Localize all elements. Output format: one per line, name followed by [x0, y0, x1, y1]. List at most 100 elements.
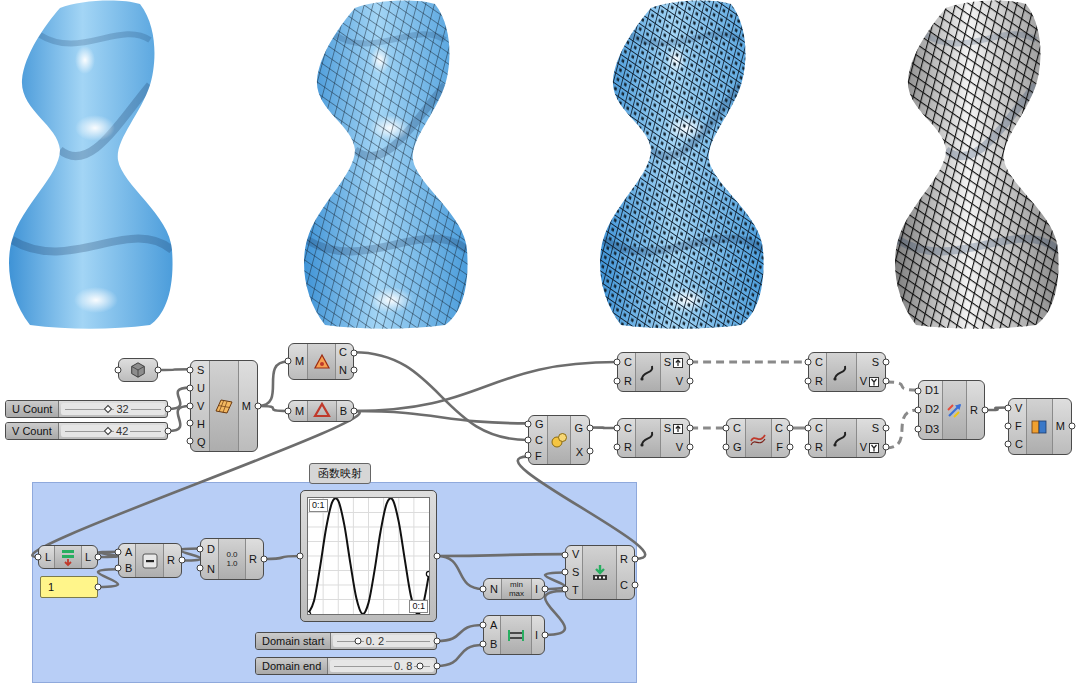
- output-port[interactable]: [434, 637, 441, 644]
- input-port[interactable]: [115, 366, 122, 373]
- input-port[interactable]: [915, 387, 922, 394]
- slider-node[interactable]: Domain start0. 2: [255, 632, 437, 650]
- output-port[interactable]: [687, 443, 694, 450]
- wire[interactable]: [690, 361, 808, 364]
- output-port[interactable]: [587, 448, 594, 455]
- output-port[interactable]: [261, 555, 268, 562]
- input-port[interactable]: [480, 622, 487, 629]
- input-port[interactable]: [187, 438, 194, 445]
- input-port[interactable]: [805, 359, 812, 366]
- output-port[interactable]: [165, 427, 172, 434]
- slider-node[interactable]: Domain end0. 8: [255, 657, 437, 675]
- input-port[interactable]: [1005, 423, 1012, 430]
- slider-track[interactable]: 42: [61, 425, 165, 437]
- input-port[interactable]: [805, 443, 812, 450]
- wire[interactable]: [545, 591, 565, 635]
- wire[interactable]: [168, 406, 190, 431]
- component-node[interactable]: MC N: [288, 343, 354, 380]
- output-port[interactable]: [982, 406, 989, 413]
- output-port[interactable]: [787, 425, 794, 432]
- graft-flag-icon[interactable]: [869, 443, 879, 453]
- slider-handle[interactable]: [354, 638, 361, 645]
- output-port[interactable]: [883, 377, 890, 384]
- input-port[interactable]: [915, 406, 922, 413]
- input-port[interactable]: [562, 569, 569, 576]
- graph-curve[interactable]: [308, 498, 429, 614]
- graph-plot[interactable]: 0:10:1: [307, 497, 430, 615]
- input-port[interactable]: [35, 553, 42, 560]
- input-port[interactable]: [614, 359, 621, 366]
- output-port[interactable]: [587, 424, 594, 431]
- wire[interactable]: [437, 556, 483, 589]
- input-port[interactable]: [614, 377, 621, 384]
- input-port[interactable]: [805, 377, 812, 384]
- input-port[interactable]: [805, 425, 812, 432]
- component-node[interactable]: ABI: [483, 615, 545, 655]
- panel-node[interactable]: 1: [40, 576, 98, 598]
- node-canvas[interactable]: U Count32V Count42SUVHQM MC N MB GCFG X …: [0, 330, 1080, 686]
- output-port[interactable]: [179, 557, 186, 564]
- graph-node[interactable]: 函数映射0:10:1: [300, 490, 437, 622]
- input-port[interactable]: [187, 384, 194, 391]
- curve-grip[interactable]: [308, 611, 311, 614]
- output-port[interactable]: [883, 425, 890, 432]
- param-node[interactable]: [118, 358, 158, 382]
- input-port[interactable]: [614, 425, 621, 432]
- output-port[interactable]: [95, 553, 102, 560]
- input-port[interactable]: [1005, 441, 1012, 448]
- input-port[interactable]: [480, 585, 487, 592]
- slider-track[interactable]: 0. 2: [333, 635, 434, 647]
- component-node[interactable]: NminmaxI: [483, 578, 545, 600]
- input-port[interactable]: [115, 549, 122, 556]
- output-port[interactable]: [787, 443, 794, 450]
- input-port[interactable]: [525, 436, 532, 443]
- input-port[interactable]: [197, 565, 204, 572]
- graft-flag-icon[interactable]: [869, 377, 879, 387]
- output-port[interactable]: [434, 552, 441, 559]
- component-node[interactable]: CRS V: [617, 418, 690, 458]
- input-port[interactable]: [187, 420, 194, 427]
- slider-track[interactable]: 32: [61, 403, 165, 415]
- input-port[interactable]: [525, 452, 532, 459]
- slider-track[interactable]: 0. 8: [330, 660, 434, 672]
- output-port[interactable]: [632, 582, 639, 589]
- output-port[interactable]: [255, 402, 262, 409]
- wire[interactable]: [258, 406, 288, 411]
- input-port[interactable]: [285, 407, 292, 414]
- output-port[interactable]: [434, 662, 441, 669]
- component-node[interactable]: DN0.01.0R: [200, 538, 264, 580]
- input-port[interactable]: [562, 586, 569, 593]
- output-port[interactable]: [632, 556, 639, 563]
- wire[interactable]: [264, 556, 300, 559]
- output-port[interactable]: [883, 443, 890, 450]
- component-node[interactable]: CRS V: [808, 352, 886, 392]
- component-node[interactable]: CGC F: [726, 418, 790, 458]
- input-port[interactable]: [197, 545, 204, 552]
- wire[interactable]: [437, 625, 483, 641]
- wire[interactable]: [354, 352, 528, 440]
- slider-handle[interactable]: [104, 427, 112, 435]
- input-port[interactable]: [115, 565, 122, 572]
- component-node[interactable]: VSTR C: [565, 545, 635, 600]
- input-port[interactable]: [723, 443, 730, 450]
- output-port[interactable]: [351, 407, 358, 414]
- flatten-flag-icon[interactable]: [673, 424, 683, 434]
- component-node[interactable]: CRS V: [808, 418, 886, 458]
- output-port[interactable]: [542, 585, 549, 592]
- wire[interactable]: [158, 368, 190, 371]
- input-port[interactable]: [915, 425, 922, 432]
- output-port[interactable]: [351, 349, 358, 356]
- wire[interactable]: [886, 382, 918, 390]
- component-node[interactable]: ABR: [118, 543, 182, 578]
- wire[interactable]: [518, 457, 645, 559]
- input-port[interactable]: [285, 358, 292, 365]
- wire[interactable]: [437, 645, 483, 666]
- input-port[interactable]: [525, 420, 532, 427]
- slider-node[interactable]: V Count42: [5, 422, 168, 440]
- wire[interactable]: [886, 410, 918, 448]
- output-port[interactable]: [687, 359, 694, 366]
- component-node[interactable]: SUVHQM: [190, 360, 258, 452]
- output-port[interactable]: [351, 366, 358, 373]
- input-port[interactable]: [480, 640, 487, 647]
- slider-handle[interactable]: [417, 663, 424, 670]
